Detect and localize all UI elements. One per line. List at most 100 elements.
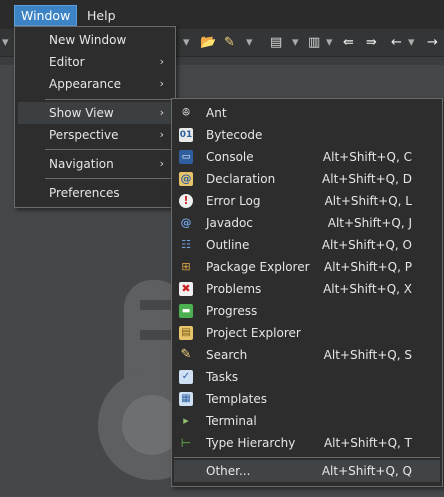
menu-item-label: Other... bbox=[206, 464, 251, 478]
menu-item-declaration[interactable]: @ Declaration Alt+Shift+Q, D bbox=[174, 168, 440, 190]
menu-item-templates[interactable]: ▦ Templates bbox=[174, 388, 440, 410]
menu-item-label: New Window bbox=[49, 33, 127, 47]
menu-item-bytecode[interactable]: 01 Bytecode bbox=[174, 124, 440, 146]
shortcut-label: Alt+Shift+Q, J bbox=[327, 216, 412, 230]
menu-item-label: Show View bbox=[49, 106, 114, 120]
menu-item-label: Package Explorer bbox=[206, 260, 310, 274]
menu-item-label: Terminal bbox=[206, 414, 257, 428]
chevron-right-icon: › bbox=[159, 128, 164, 141]
menu-item-label: Preferences bbox=[49, 186, 120, 200]
menu-item-navigation[interactable]: Navigation › bbox=[18, 153, 172, 175]
menu-item-project-explorer[interactable]: ▤ Project Explorer bbox=[174, 322, 440, 344]
forward-edit-icon[interactable]: ⇛ bbox=[366, 34, 377, 52]
menu-item-label: Appearance bbox=[49, 77, 122, 91]
menu-item-outline[interactable]: ☷ Outline Alt+Shift+Q, O bbox=[174, 234, 440, 256]
menu-item-appearance[interactable]: Appearance › bbox=[18, 73, 172, 95]
tasks-icon: ✓ bbox=[179, 370, 193, 384]
forward-arrow-icon[interactable]: → bbox=[427, 34, 438, 52]
shortcut-label: Alt+Shift+Q, Q bbox=[321, 464, 412, 478]
help-menu-button[interactable]: Help bbox=[81, 6, 122, 25]
chevron-right-icon: › bbox=[159, 157, 164, 170]
menu-item-label: Progress bbox=[206, 304, 258, 318]
menu-item-problems[interactable]: ✖ Problems Alt+Shift+Q, X bbox=[174, 278, 440, 300]
terminal-icon: ▸ bbox=[183, 414, 189, 427]
ant-icon: ꔮ bbox=[181, 106, 191, 119]
menu-item-label: Declaration bbox=[206, 172, 276, 186]
menu-separator bbox=[45, 178, 171, 179]
back-edit-icon[interactable]: ⇚ bbox=[343, 34, 354, 52]
menu-item-label: Problems bbox=[206, 282, 262, 296]
console-icon: ▭ bbox=[179, 150, 193, 164]
menu-item-console[interactable]: ▭ Console Alt+Shift+Q, C bbox=[174, 146, 440, 168]
menu-item-label: Outline bbox=[206, 238, 250, 252]
chevron-right-icon: › bbox=[159, 55, 164, 68]
menu-item-label: Editor bbox=[49, 55, 85, 69]
menu-item-label: Javadoc bbox=[206, 216, 253, 230]
shortcut-label: Alt+Shift+Q, C bbox=[322, 150, 412, 164]
toolbar-dropdown-icon[interactable]: ▾ bbox=[408, 34, 415, 52]
javadoc-icon: @ bbox=[180, 216, 192, 229]
menu-item-label: Templates bbox=[206, 392, 268, 406]
menu-item-package-explorer[interactable]: ⊞ Package Explorer Alt+Shift+Q, P bbox=[174, 256, 440, 278]
menu-item-label: Type Hierarchy bbox=[206, 436, 296, 450]
menu-item-progress[interactable]: ▬ Progress bbox=[174, 300, 440, 322]
menu-item-preferences[interactable]: Preferences bbox=[18, 182, 172, 204]
menu-item-terminal[interactable]: ▸ Terminal bbox=[174, 410, 440, 432]
menu-item-label: Ant bbox=[206, 106, 227, 120]
menu-item-search[interactable]: ✎ Search Alt+Shift+Q, S bbox=[174, 344, 440, 366]
pencil-icon[interactable]: ✎ bbox=[224, 34, 235, 52]
shortcut-label: Alt+Shift+Q, S bbox=[323, 348, 412, 362]
shortcut-label: Alt+Shift+Q, D bbox=[322, 172, 412, 186]
toolbar-dropdown-icon[interactable]: ▾ bbox=[2, 34, 9, 52]
menu-separator bbox=[45, 149, 171, 150]
menu-item-label: Search bbox=[206, 348, 248, 362]
menu-item-other[interactable]: Other... Alt+Shift+Q, Q bbox=[174, 460, 440, 482]
project-explorer-icon: ▤ bbox=[179, 326, 193, 340]
back-arrow-icon[interactable]: ← bbox=[391, 34, 402, 52]
shortcut-label: Alt+Shift+Q, T bbox=[323, 436, 412, 450]
menu-item-label: Error Log bbox=[206, 194, 261, 208]
next-annotation-icon[interactable]: ▥ bbox=[308, 34, 320, 52]
problems-icon: ✖ bbox=[179, 282, 193, 296]
toolbar-dropdown-icon[interactable]: ▾ bbox=[246, 34, 253, 52]
toolbar-dropdown-icon[interactable]: ▾ bbox=[326, 34, 333, 52]
menu-item-error-log[interactable]: ! Error Log Alt+Shift+Q, L bbox=[174, 190, 440, 212]
templates-icon: ▦ bbox=[179, 392, 193, 406]
error-log-icon: ! bbox=[179, 194, 193, 208]
menu-item-type-hierarchy[interactable]: ⊢ Type Hierarchy Alt+Shift+Q, T bbox=[174, 432, 440, 454]
type-hierarchy-icon: ⊢ bbox=[180, 436, 192, 450]
window-menu-button[interactable]: Window bbox=[14, 5, 78, 26]
chevron-right-icon: › bbox=[159, 106, 164, 119]
menu-item-label: Perspective bbox=[49, 128, 119, 142]
shortcut-label: Alt+Shift+Q, O bbox=[321, 238, 412, 252]
annotation-icon[interactable]: ▤ bbox=[270, 34, 282, 52]
menu-item-perspective[interactable]: Perspective › bbox=[18, 124, 172, 146]
window-menu: New Window Editor › Appearance › Show Vi… bbox=[14, 26, 176, 208]
toolbar-dropdown-icon[interactable]: ▾ bbox=[183, 34, 190, 52]
menu-item-label: Navigation bbox=[49, 157, 114, 171]
menu-item-editor[interactable]: Editor › bbox=[18, 51, 172, 73]
bytecode-icon: 01 bbox=[179, 128, 193, 142]
open-folder-icon[interactable]: 📂 bbox=[200, 34, 216, 52]
search-icon: ✎ bbox=[180, 347, 192, 362]
menu-item-tasks[interactable]: ✓ Tasks bbox=[174, 366, 440, 388]
menu-item-label: Project Explorer bbox=[206, 326, 301, 340]
menu-separator bbox=[45, 99, 171, 100]
package-explorer-icon: ⊞ bbox=[181, 260, 191, 273]
declaration-icon: @ bbox=[179, 172, 193, 186]
menu-separator bbox=[174, 457, 440, 458]
chevron-right-icon: › bbox=[159, 77, 164, 90]
outline-icon: ☷ bbox=[181, 238, 191, 251]
menu-item-label: Tasks bbox=[206, 370, 239, 384]
toolbar-dropdown-icon[interactable]: ▾ bbox=[292, 34, 299, 52]
menu-item-show-view[interactable]: Show View › bbox=[18, 102, 172, 124]
shortcut-label: Alt+Shift+Q, L bbox=[324, 194, 412, 208]
progress-icon: ▬ bbox=[179, 304, 193, 318]
show-view-submenu: ꔮ Ant 01 Bytecode ▭ Console Alt+Shift+Q,… bbox=[171, 98, 443, 487]
shortcut-label: Alt+Shift+Q, P bbox=[324, 260, 412, 274]
menu-bar: Window Help bbox=[0, 0, 444, 29]
menu-item-new-window[interactable]: New Window bbox=[18, 29, 172, 51]
menu-item-label: Console bbox=[206, 150, 254, 164]
menu-item-javadoc[interactable]: @ Javadoc Alt+Shift+Q, J bbox=[174, 212, 440, 234]
menu-item-ant[interactable]: ꔮ Ant bbox=[174, 102, 440, 124]
